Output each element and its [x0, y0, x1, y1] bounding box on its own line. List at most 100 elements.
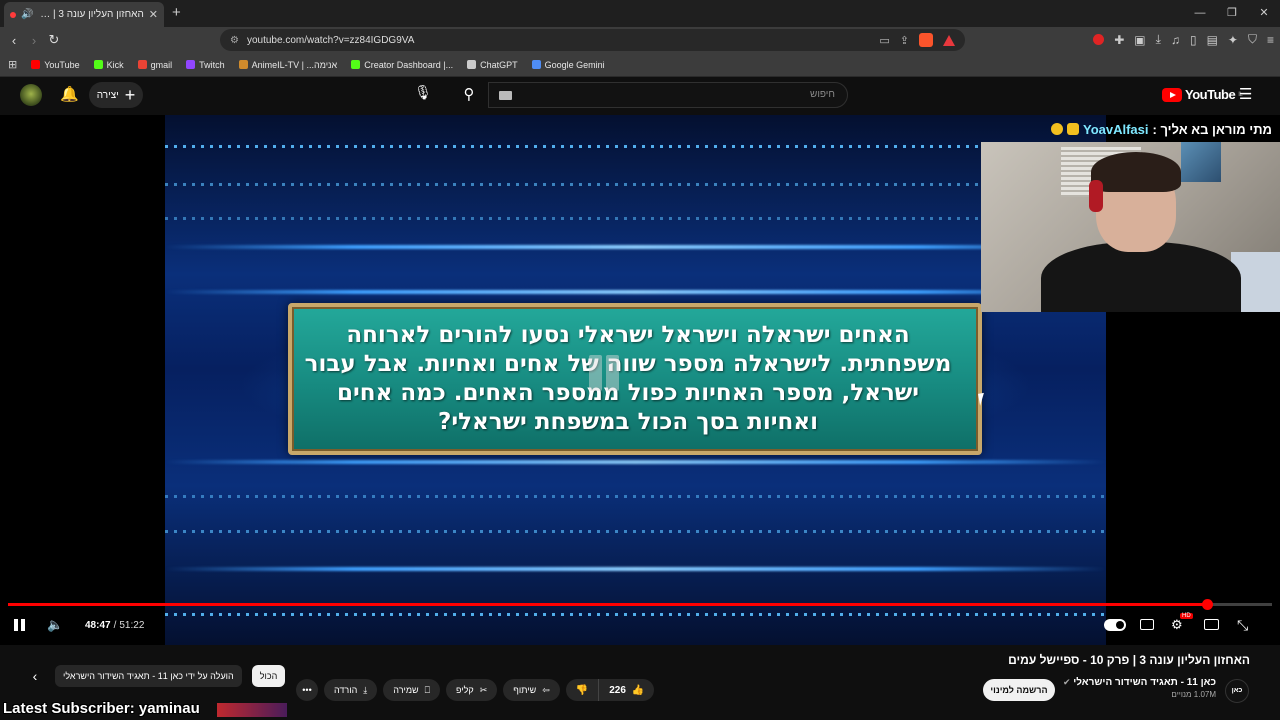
decor-stripe	[165, 145, 1106, 148]
reload-icon[interactable]: ↻	[44, 32, 64, 48]
extensions-icon[interactable]: ✚	[1114, 33, 1124, 47]
related-chips: ‹ הועלה על ידי כאן 11 - תאגיד השידור היש…	[25, 665, 286, 687]
chat-username: YoavAlfasi	[1082, 121, 1149, 137]
progress-bar[interactable]	[8, 599, 1272, 610]
back-icon[interactable]: ‹	[4, 33, 24, 48]
gmail-icon	[137, 60, 147, 69]
youtube-logo[interactable]: YouTube IL	[1162, 87, 1243, 102]
speaker-icon[interactable]: 🔊	[21, 9, 33, 20]
dislike-button[interactable]: 👎	[565, 679, 599, 701]
bookmark-item[interactable]: Twitch	[186, 60, 225, 70]
search-input[interactable]: חיפוש	[488, 82, 848, 108]
bookmark-item[interactable]: ChatGPT	[467, 60, 518, 70]
channel-avatar[interactable]: כאן	[1225, 679, 1249, 703]
guide-menu-icon[interactable]: ☰	[1239, 85, 1252, 103]
related-thumbnail[interactable]	[217, 703, 287, 717]
bookmark-item[interactable]: gmail	[137, 59, 173, 70]
bookmark-icon: ⎕	[424, 684, 431, 695]
share-label: שיתוף	[513, 685, 537, 695]
bookmark-item[interactable]: Google Gemini	[531, 60, 605, 70]
download-label: הורדה	[334, 685, 358, 695]
like-button[interactable]: 226 👍	[599, 679, 655, 701]
close-tab-icon[interactable]: ✕	[149, 8, 158, 21]
url-text: youtube.com/watch?v=zz84IGDG9VA	[246, 34, 415, 46]
youtube-play-icon	[1162, 87, 1182, 102]
download-button[interactable]: הורדה ⤓	[324, 679, 378, 701]
media-icon[interactable]: ♫	[1171, 33, 1180, 47]
record-extension-icon[interactable]	[1093, 34, 1105, 45]
volume-icon[interactable]: 🔈	[47, 615, 63, 635]
stream-chat-message: מתי מוראן בא אליך : YoavAlfasi	[1000, 119, 1272, 139]
time-display: 48:47 / 51:22	[85, 619, 145, 631]
brave-shield-icon[interactable]	[919, 33, 933, 47]
streamer-webcam	[981, 142, 1280, 312]
more-actions-button[interactable]: •••	[296, 679, 318, 701]
save-button[interactable]: שמירה ⎕	[383, 679, 441, 701]
bookmarks-bar: ⊞ YouTube Kick gmail Twitch AnimeIL-TV |…	[0, 53, 1280, 77]
theater-mode-icon[interactable]	[1204, 619, 1219, 630]
subtitles-icon[interactable]	[1140, 619, 1154, 630]
pause-button[interactable]	[14, 615, 28, 635]
video-title: האחזון העליון עונה 3 | פרק 10 - ספיישל ע…	[1008, 653, 1250, 667]
channel-name[interactable]: כאן 11 - תאגיד השידור הישראלי ✔	[1063, 677, 1216, 688]
forward-icon[interactable]: ›	[24, 33, 44, 48]
chevron-left-icon[interactable]: ‹	[25, 668, 45, 684]
apps-grid-icon[interactable]: ⊞	[8, 58, 17, 71]
bookmark-item[interactable]: Kick	[93, 60, 124, 70]
maximize-icon[interactable]: ❐	[1216, 0, 1248, 27]
autoplay-toggle[interactable]	[1104, 619, 1126, 631]
streamer-shirt	[1041, 242, 1241, 312]
close-window-icon[interactable]: ✕	[1248, 0, 1280, 27]
user-avatar[interactable]	[20, 84, 42, 106]
share-button[interactable]: שיתוף ⇦	[503, 679, 560, 701]
screenshot-icon[interactable]: ▣	[1134, 33, 1145, 47]
browser-tab[interactable]: 🔊 האחזון העליון עונה 3 | פרק 10 ✕	[4, 2, 164, 27]
bookmark-label: ChatGPT	[480, 59, 518, 70]
vpn-icon[interactable]: ⛉	[1248, 32, 1257, 47]
scrubber-handle[interactable]	[1202, 599, 1214, 610]
decor-glow	[165, 245, 1106, 249]
share-page-icon[interactable]: ⇪	[900, 34, 909, 47]
crown-badge-icon	[1066, 123, 1079, 135]
minimize-icon[interactable]: —	[1184, 0, 1216, 27]
bookmark-item[interactable]: Creator Dashboard |...	[351, 60, 453, 70]
address-bar[interactable]: ⚙ youtube.com/watch?v=zz84IGDG9VA ▭ ⇪	[220, 29, 965, 51]
create-button[interactable]: יצירה +	[89, 82, 143, 108]
streamer-hair	[1091, 152, 1181, 192]
chip-uploaded-by[interactable]: הועלה על ידי כאן 11 - תאגיד השידור הישרא…	[55, 665, 242, 687]
ai-icon[interactable]: ✦	[1228, 33, 1238, 47]
wall-poster	[1181, 142, 1221, 182]
number-badge-icon	[1050, 123, 1063, 135]
bookmark-label: Creator Dashboard |...	[364, 59, 454, 70]
chatgpt-icon	[467, 60, 477, 69]
browser-tab-bar: 🔊 האחזון העליון עונה 3 | פרק 10 ✕ + — ❐ …	[0, 0, 1280, 27]
bookmark-label: AnimeIL-TV | ...אנימה	[251, 59, 338, 70]
voice-search-icon[interactable]: 🎙	[412, 84, 434, 106]
bookmark-item[interactable]: YouTube	[31, 60, 80, 70]
anime-site-icon	[238, 60, 248, 69]
site-info-icon[interactable]: ⚙	[230, 35, 239, 46]
cast-icon[interactable]: ▭	[879, 34, 889, 47]
chip-all[interactable]: הכול	[251, 665, 286, 687]
fullscreen-icon[interactable]: ⤡	[1237, 615, 1248, 635]
subscribe-button[interactable]: הרשמה למינוי	[983, 679, 1055, 701]
keyboard-icon[interactable]	[499, 91, 512, 100]
wallet-icon[interactable]: ▤	[1207, 33, 1218, 47]
current-time: 48:47	[85, 619, 111, 631]
download-icon: ⤓	[363, 684, 368, 695]
bookmark-item[interactable]: AnimeIL-TV | ...אנימה	[238, 59, 338, 70]
search-icon[interactable]: ⚲	[452, 82, 486, 108]
download-icon[interactable]: ⤓	[1156, 32, 1161, 47]
clip-button[interactable]: קליפ ✂	[446, 679, 498, 701]
headset-icon	[1089, 180, 1103, 212]
stream-overlay-latest-subscriber: Latest Subscriber: yaminau	[3, 700, 200, 717]
bookmark-label: gmail	[150, 59, 173, 70]
video-player[interactable]: האחים ישראלה וישראל ישראלי נסעו להורים ל…	[0, 115, 1280, 645]
settings-gear-icon[interactable]: ⚙ HD	[1171, 613, 1193, 635]
notifications-bell-icon[interactable]: 🔔	[60, 85, 79, 103]
sidebar-icon[interactable]: ▯	[1190, 33, 1197, 47]
search-placeholder: חיפוש	[810, 89, 835, 100]
brave-rewards-icon[interactable]	[943, 34, 955, 46]
new-tab-icon[interactable]: +	[172, 4, 181, 21]
menu-icon[interactable]: ≡	[1267, 33, 1274, 47]
